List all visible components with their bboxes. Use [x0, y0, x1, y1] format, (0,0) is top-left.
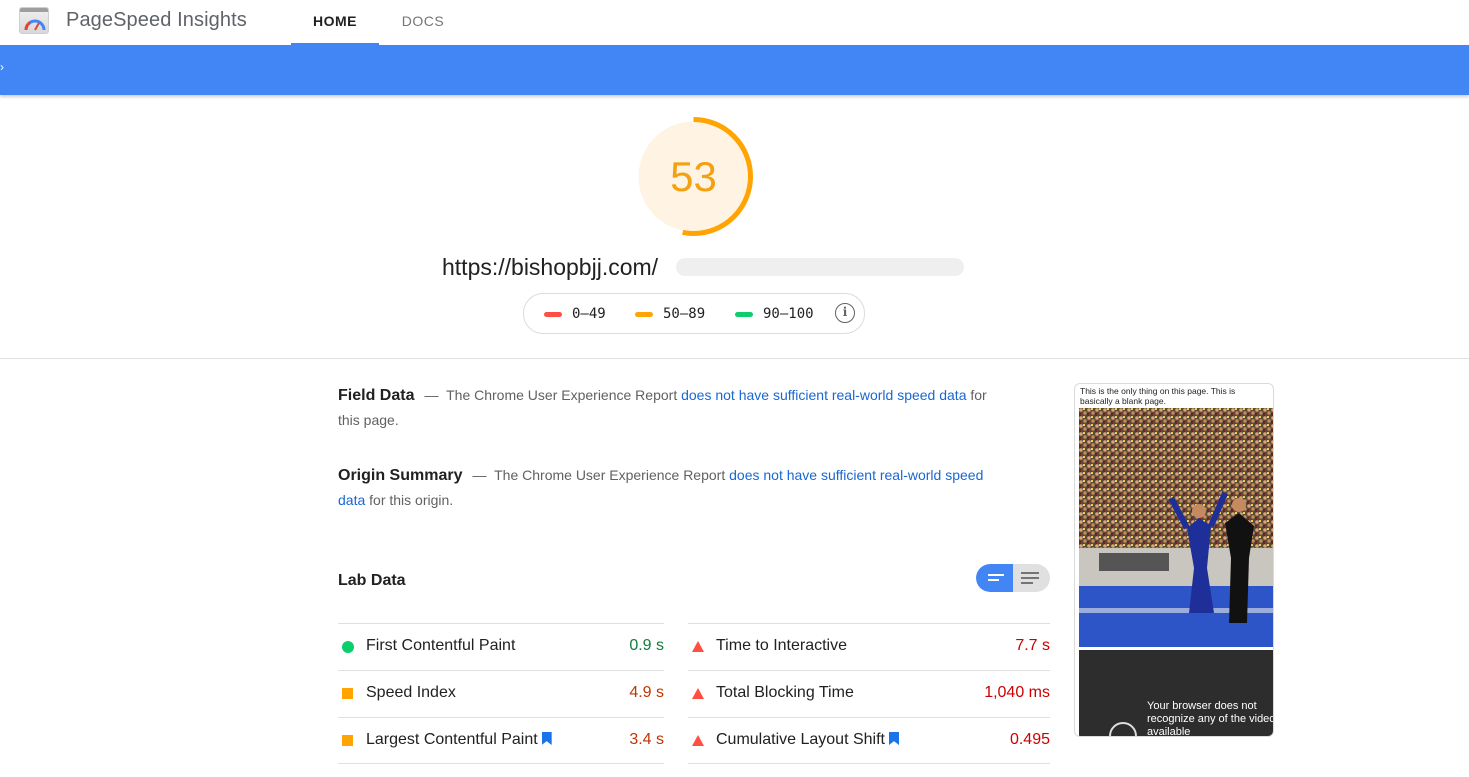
metric-name-text: First Contentful Paint	[366, 637, 516, 654]
lab-data-title: Lab Data	[338, 572, 406, 589]
metrics-right-divider	[688, 763, 1050, 764]
metric-value: 4.9 s	[629, 684, 664, 701]
collapsed-view-icon[interactable]	[976, 564, 1013, 592]
video-placeholder: Your browser does not recognize any of t…	[1079, 650, 1274, 737]
metric-value: 0.9 s	[629, 637, 664, 654]
redacted-url-mask	[676, 258, 964, 276]
top-nav: PageSpeed Insights HOME DOCS	[0, 0, 1469, 45]
metric-row: Largest Contentful Paint 3.4 s	[338, 717, 664, 764]
origin-summary-dash: —	[472, 467, 487, 483]
performance-score: 53	[670, 153, 717, 200]
legend-average-label: 50–89	[663, 306, 706, 322]
chevron-right-icon: ›	[0, 60, 4, 74]
origin-summary-section: Origin Summary — The Chrome User Experien…	[338, 463, 998, 512]
fail-triangle-icon	[692, 641, 704, 652]
screenshot-caption: This is the only thing on this page. Thi…	[1080, 386, 1236, 406]
legend-pass: 90–100	[735, 305, 814, 323]
metric-name: Cumulative Layout Shift	[716, 731, 899, 749]
tab-docs[interactable]: DOCS	[387, 0, 459, 45]
metric-name-text: Cumulative Layout Shift	[716, 731, 885, 748]
info-icon[interactable]: i	[835, 303, 855, 323]
tested-url: https://bishopbjj.com/	[442, 254, 659, 280]
screenshot-photo	[1079, 408, 1273, 647]
origin-summary-text: The Chrome User Experience Report	[494, 467, 726, 483]
metric-name: First Contentful Paint	[366, 637, 515, 655]
fail-triangle-icon	[692, 688, 704, 699]
bookmark-icon	[888, 732, 899, 745]
metric-row: First Contentful Paint 0.9 s	[338, 623, 664, 670]
metric-name-text: Largest Contentful Paint	[366, 731, 538, 748]
pagespeed-logo-icon[interactable]	[19, 7, 49, 34]
metric-row: Time to Interactive 7.7 s	[688, 623, 1050, 670]
metric-name-text: Speed Index	[366, 684, 456, 701]
download-icon	[1109, 722, 1137, 736]
legend-average-swatch	[635, 312, 653, 317]
field-data-link[interactable]: does not have sufficient real-world spee…	[681, 387, 966, 403]
score-legend: 0–49 50–89 90–100 i	[523, 293, 865, 334]
final-screenshot: This is the only thing on this page. Thi…	[1074, 383, 1274, 737]
legend-average: 50–89	[635, 305, 706, 323]
legend-fail-swatch	[544, 312, 562, 317]
pass-circle-icon	[342, 641, 354, 653]
metric-value: 3.4 s	[629, 731, 664, 748]
metric-value: 1,040 ms	[984, 684, 1050, 701]
field-data-section: Field Data — The Chrome User Experience R…	[338, 383, 998, 432]
section-divider	[0, 358, 1469, 359]
fail-triangle-icon	[692, 735, 704, 746]
legend-fail: 0–49	[544, 305, 606, 323]
field-data-title: Field Data	[338, 387, 415, 404]
metric-value: 0.495	[1009, 731, 1050, 748]
field-data-dash: —	[424, 387, 439, 403]
app-title[interactable]: PageSpeed Insights	[66, 9, 247, 32]
video-unsupported-message: Your browser does not recognize any of t…	[1147, 700, 1274, 737]
legend-fail-label: 0–49	[572, 306, 606, 322]
url-input-bar[interactable]: ›	[0, 45, 1469, 95]
origin-summary-title: Origin Summary	[338, 467, 463, 484]
metric-name: Total Blocking Time	[716, 684, 854, 702]
legend-pass-swatch	[735, 312, 753, 317]
metric-name: Largest Contentful Paint	[366, 731, 552, 749]
metric-row: Cumulative Layout Shift 0.495	[688, 717, 1050, 764]
tab-home[interactable]: HOME	[291, 0, 379, 45]
metrics-left-divider	[338, 763, 664, 764]
metric-row: Total Blocking Time 1,040 ms	[688, 670, 1050, 717]
metric-name-text: Time to Interactive	[716, 637, 848, 654]
field-data-text: The Chrome User Experience Report	[446, 387, 678, 403]
view-toggle[interactable]	[976, 564, 1050, 592]
expanded-view-icon[interactable]	[1013, 564, 1050, 592]
average-square-icon	[342, 688, 353, 699]
bookmark-icon	[541, 732, 552, 745]
metric-name: Speed Index	[366, 684, 456, 702]
metric-value: 7.7 s	[1015, 637, 1050, 654]
metric-row: Speed Index 4.9 s	[338, 670, 664, 717]
metric-name: Time to Interactive	[716, 637, 847, 655]
metric-name-text: Total Blocking Time	[716, 684, 854, 701]
origin-summary-text-after: for this origin.	[369, 492, 454, 508]
legend-pass-label: 90–100	[763, 306, 814, 322]
average-square-icon	[342, 735, 353, 746]
